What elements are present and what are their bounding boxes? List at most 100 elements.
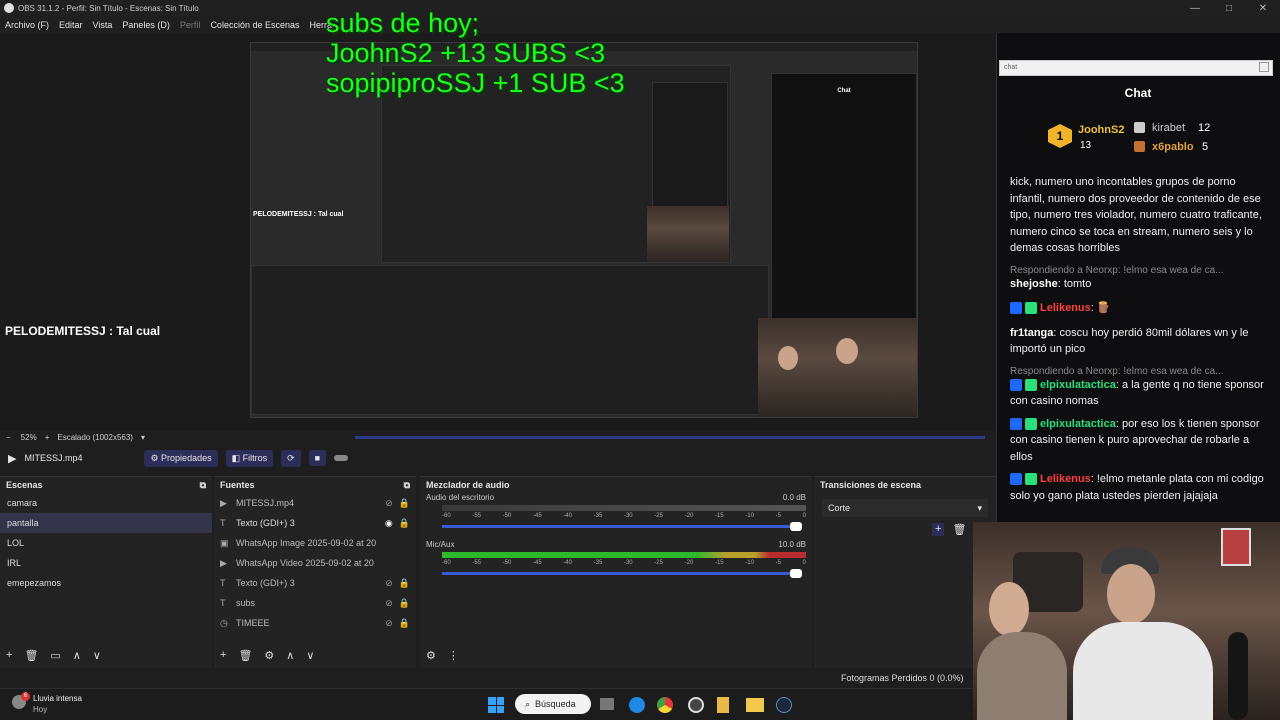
steam-icon[interactable] [776, 697, 792, 713]
scenes-title: Escenas [6, 480, 43, 490]
source-item[interactable]: ▣ WhatsApp Image 2025-09-02 at 20 [214, 533, 416, 553]
mic-slider[interactable] [442, 569, 802, 578]
volume-knob[interactable] [790, 522, 802, 531]
dock-undock-icon[interactable]: ⧉ [200, 480, 206, 490]
chat-username[interactable]: elpixulatactica [1040, 379, 1116, 391]
add-icon[interactable]: + [220, 649, 226, 662]
lock-icon[interactable]: 🔒 [399, 518, 410, 529]
task-view-icon[interactable] [600, 698, 614, 710]
media-progress[interactable] [334, 455, 349, 461]
menu-editar[interactable]: Editar [54, 20, 88, 30]
add-icon[interactable]: + [6, 649, 12, 662]
search-icon: ⌕ [525, 698, 531, 709]
stop-button[interactable]: ■ [308, 450, 327, 466]
person-left [989, 582, 1029, 636]
source-item[interactable]: ◷ TIMEEE ⊘ 🔒 [214, 613, 416, 633]
gear-icon[interactable]: ⚙ [264, 649, 274, 662]
chat-popout-icon[interactable] [1259, 62, 1269, 72]
volume-knob[interactable] [790, 569, 802, 578]
hidden-eye-icon[interactable]: ⊘ [385, 578, 393, 589]
zoom-in-icon[interactable]: + [45, 433, 50, 442]
chat-username[interactable]: shejoshe [1010, 278, 1058, 290]
mixer-dock: Mezclador de audio Audio del escritorio … [420, 476, 812, 668]
menu-paneles[interactable]: Paneles (D) [117, 20, 175, 30]
file-explorer-icon[interactable] [746, 698, 764, 712]
filter-icon[interactable]: ▭ [50, 649, 60, 662]
hidden-eye-icon[interactable]: ⊘ [385, 498, 393, 509]
app-icon[interactable] [717, 697, 729, 713]
subs-overlay: subs de hoy; JoohnS2 +13 SUBS <3 sopipip… [326, 8, 625, 98]
menu-perfil[interactable]: Perfil [175, 20, 206, 30]
lock-icon[interactable]: 🔒 [399, 578, 410, 589]
hidden-eye-icon[interactable]: ⊘ [385, 618, 393, 629]
maximize-icon[interactable]: □ [1212, 3, 1246, 14]
source-item[interactable]: Tsubs ⊘ 🔒 [214, 593, 416, 613]
trash-icon[interactable]: 🗑 [238, 649, 252, 662]
hidden-eye-icon[interactable]: ⊘ [385, 598, 393, 609]
minimize-icon[interactable]: — [1178, 3, 1212, 14]
lock-icon[interactable]: 🔒 [399, 618, 410, 629]
source-item[interactable]: T Texto (GDI+) 3 ◉ 🔒 [214, 513, 416, 533]
chat-username[interactable]: elpixulatactica [1040, 418, 1116, 430]
dock-undock-icon[interactable]: ⧉ [404, 480, 410, 490]
edge-icon[interactable] [629, 697, 645, 713]
menu-coleccion[interactable]: Colección de Escenas [205, 20, 304, 30]
scale-dropdown-icon[interactable]: ▾ [141, 433, 145, 442]
filters-button[interactable]: ◧ Filtros [225, 449, 274, 467]
meter-tick: -35 [593, 513, 603, 519]
down-icon[interactable]: ∨ [306, 649, 314, 662]
more-icon[interactable]: ⋮ [448, 649, 459, 662]
advanced-audio-icon[interactable]: ⚙ [426, 649, 436, 662]
chat-username[interactable]: Lelikenus [1040, 302, 1091, 314]
preview-scrollbar[interactable] [354, 435, 985, 439]
nested-preview: PELODEMITESSJ : Tal cual Chat [250, 42, 918, 418]
source-label: Texto (GDI+) 3 [236, 578, 295, 588]
properties-label: Propiedades [161, 452, 212, 463]
source-item[interactable]: ▶ WhatsApp Video 2025-09-02 at 20 [214, 553, 416, 573]
scene-item[interactable]: emepezamos [0, 573, 212, 593]
scene-item[interactable]: camara [0, 493, 212, 513]
taskbar-search[interactable]: ⌕ Búsqueda [515, 694, 591, 714]
eye-icon[interactable]: ◉ [385, 518, 393, 529]
chat-username[interactable]: Lelikenus [1040, 473, 1091, 485]
up-icon[interactable]: ∧ [286, 649, 294, 662]
source-item[interactable]: ▶ MITESSJ.mp4 ⊘ 🔒 [214, 493, 416, 513]
overlay-line-1: subs de hoy; [326, 8, 480, 38]
close-icon[interactable]: ✕ [1246, 3, 1280, 14]
text-icon: T [220, 518, 226, 528]
trash-icon[interactable]: 🗑 [952, 523, 966, 536]
properties-button[interactable]: ⚙ Propiedades [144, 449, 218, 467]
down-icon[interactable]: ∨ [93, 649, 101, 662]
lock-icon[interactable]: 🔒 [399, 498, 410, 509]
chrome-icon[interactable] [657, 697, 673, 713]
meter-tick: -5 [775, 513, 781, 519]
weather-sub: Hoy [33, 705, 48, 714]
chat-search-input[interactable]: chat [999, 60, 1273, 76]
meter-tick: -35 [593, 560, 603, 566]
source-label: subs [236, 598, 256, 608]
menu-archivo[interactable]: Archivo (F) [0, 20, 54, 30]
add-transition-button[interactable]: + [932, 523, 945, 536]
restart-button[interactable]: ⟳ [281, 449, 301, 467]
lock-icon[interactable]: 🔒 [399, 598, 410, 609]
mixer-title: Mezclador de audio [426, 480, 510, 490]
transition-select[interactable]: Corte ▾ [822, 499, 988, 517]
desktop-audio-slider[interactable] [442, 522, 802, 531]
scene-item[interactable]: pantalla [0, 513, 212, 533]
zoom-out-icon[interactable]: − [6, 433, 11, 442]
scene-item[interactable]: LOL [0, 533, 212, 553]
desktop-audio-db: 0.0 dB [782, 493, 806, 502]
obs-taskbar-icon[interactable] [688, 697, 704, 713]
badge-icon [1010, 302, 1022, 315]
second-place-icon [1134, 122, 1145, 133]
up-icon[interactable]: ∧ [73, 649, 81, 662]
play-icon[interactable]: ▶ [8, 452, 16, 465]
menu-vista[interactable]: Vista [88, 20, 118, 30]
windows-start-icon[interactable] [488, 697, 504, 713]
trash-icon[interactable]: 🗑 [24, 649, 38, 662]
meter-tick: -40 [563, 513, 572, 519]
zoom-bar: − 52% + Escalado (1002x563) ▾ [0, 431, 996, 443]
chat-username[interactable]: fr1tanga [1010, 327, 1053, 339]
scene-item[interactable]: IRL [0, 553, 212, 573]
source-item[interactable]: T Texto (GDI+) 3 ⊘ 🔒 [214, 573, 416, 593]
